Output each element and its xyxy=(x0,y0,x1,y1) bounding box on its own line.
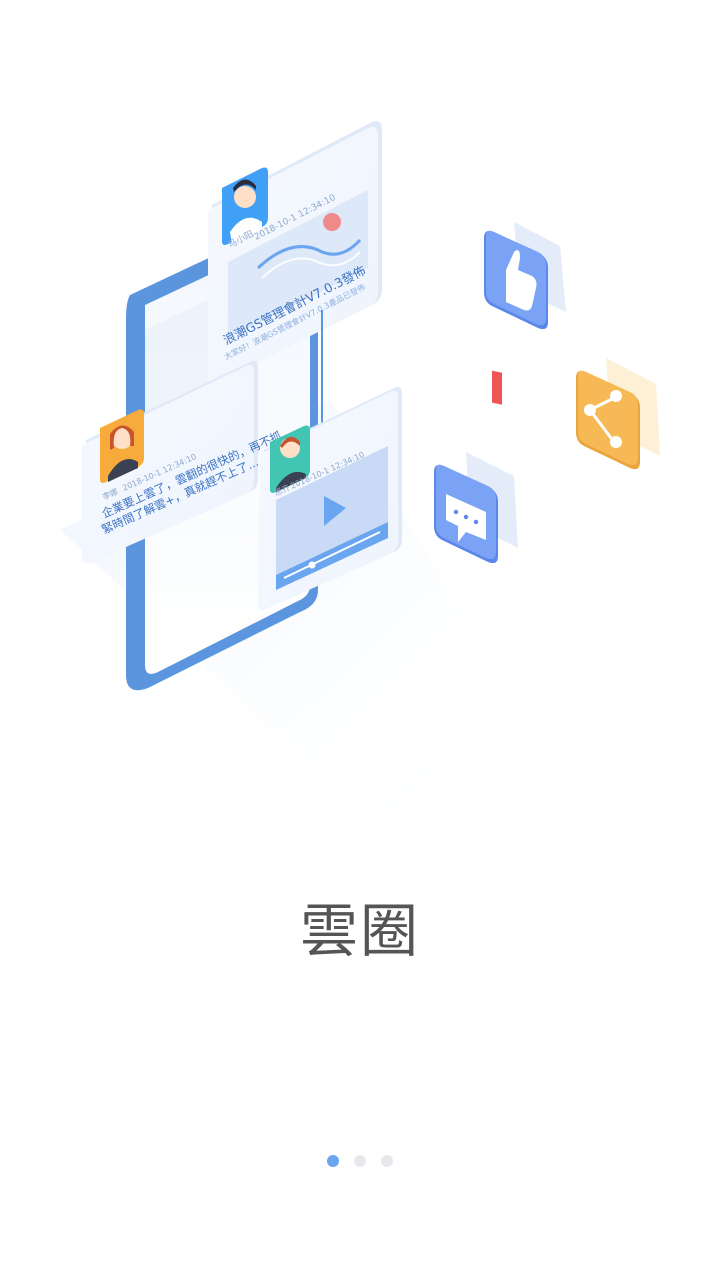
hero-illustration: 马小阳 2018-10-1 12:34:10 浪潮GS管理會計V7.0.3發佈 … xyxy=(60,121,660,830)
page-dot-3[interactable] xyxy=(381,1155,393,1167)
page-dot-2[interactable] xyxy=(354,1155,366,1167)
thumbs-up-icon[interactable] xyxy=(484,222,566,405)
share-icon[interactable] xyxy=(576,358,660,470)
page-dot-1[interactable] xyxy=(327,1155,339,1167)
page-indicator xyxy=(0,1155,720,1169)
onboarding-screen: 马小阳 2018-10-1 12:34:10 浪潮GS管理會計V7.0.3發佈 … xyxy=(0,0,720,1280)
chat-bubble-icon[interactable] xyxy=(434,452,518,564)
page-title: 雲圈 xyxy=(299,897,420,965)
